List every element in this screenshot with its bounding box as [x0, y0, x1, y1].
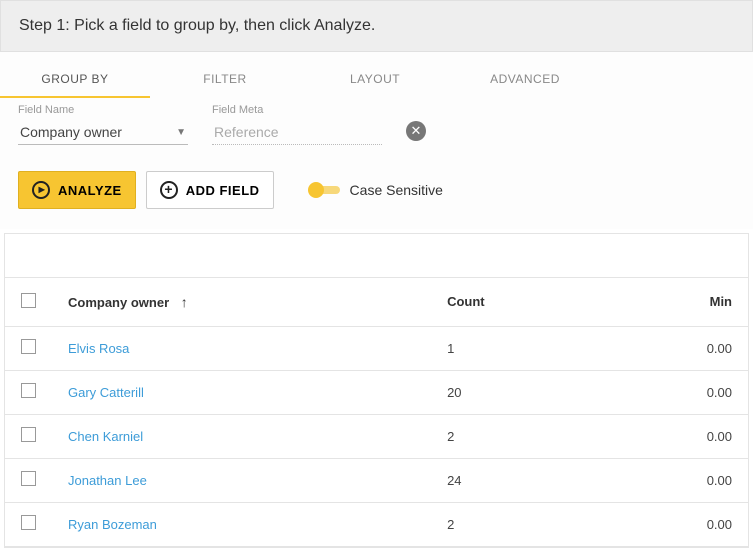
row-checkbox-cell [5, 414, 52, 458]
step-header: Step 1: Pick a field to group by, then c… [0, 0, 753, 52]
row-count: 2 [431, 414, 605, 458]
case-sensitive-label: Case Sensitive [350, 182, 443, 198]
sort-asc-icon: ↑ [181, 294, 188, 310]
field-meta-label: Field Meta [212, 104, 382, 116]
analyze-label: ANALYZE [58, 183, 122, 198]
row-checkbox-cell [5, 326, 52, 370]
row-min: 0.00 [605, 502, 748, 546]
row-checkbox-cell [5, 502, 52, 546]
table-row: Jonathan Lee240.00 [5, 458, 748, 502]
table-row: Chen Karniel20.00 [5, 414, 748, 458]
case-sensitive-wrap: Case Sensitive [310, 182, 443, 198]
row-min: 0.00 [605, 326, 748, 370]
row-checkbox[interactable] [21, 427, 36, 442]
row-owner[interactable]: Ryan Bozeman [52, 502, 431, 546]
clear-field-button[interactable]: ✕ [406, 121, 426, 141]
header-checkbox-cell [5, 278, 52, 326]
row-min: 0.00 [605, 370, 748, 414]
row-count: 24 [431, 458, 605, 502]
analyze-button[interactable]: ANALYZE [18, 171, 136, 209]
row-owner[interactable]: Gary Catterill [52, 370, 431, 414]
row-min: 0.00 [605, 458, 748, 502]
tab-advanced[interactable]: ADVANCED [450, 62, 600, 98]
step-title: Step 1: Pick a field to group by, then c… [19, 17, 375, 34]
field-meta-value: Reference [212, 120, 382, 145]
row-checkbox[interactable] [21, 383, 36, 398]
table-row: Elvis Rosa10.00 [5, 326, 748, 370]
tab-layout[interactable]: LAYOUT [300, 62, 450, 98]
row-checkbox[interactable] [21, 515, 36, 530]
header-min[interactable]: Min [605, 278, 748, 326]
row-count: 1 [431, 326, 605, 370]
header-owner[interactable]: Company owner ↑ [52, 278, 431, 326]
case-sensitive-toggle[interactable] [310, 186, 340, 194]
tabs: GROUP BY FILTER LAYOUT ADVANCED [0, 52, 753, 98]
table-row: Ryan Bozeman20.00 [5, 502, 748, 546]
header-count[interactable]: Count [431, 278, 605, 326]
row-count: 2 [431, 502, 605, 546]
add-field-button[interactable]: ADD FIELD [146, 171, 274, 209]
table-row: Gary Catterill200.00 [5, 370, 748, 414]
row-checkbox[interactable] [21, 471, 36, 486]
tab-filter[interactable]: FILTER [150, 62, 300, 98]
table-top-spacer [5, 234, 748, 278]
field-name-select[interactable]: Company owner ▼ [18, 120, 188, 145]
close-icon: ✕ [411, 123, 422, 139]
fields-row: Field Name Company owner ▼ Field Meta Re… [0, 98, 753, 157]
row-checkbox-cell [5, 458, 52, 502]
row-owner[interactable]: Jonathan Lee [52, 458, 431, 502]
add-field-label: ADD FIELD [186, 183, 260, 198]
row-min: 0.00 [605, 414, 748, 458]
row-owner[interactable]: Chen Karniel [52, 414, 431, 458]
tab-group-by[interactable]: GROUP BY [0, 62, 150, 98]
play-icon [32, 181, 50, 199]
row-checkbox-cell [5, 370, 52, 414]
field-meta-wrap: Field Meta Reference [212, 104, 382, 145]
field-name-label: Field Name [18, 104, 188, 116]
actions-row: ANALYZE ADD FIELD Case Sensitive [0, 157, 753, 229]
results-table: Company owner ↑ Count Min Elvis Rosa10.0… [5, 278, 748, 547]
field-name-wrap: Field Name Company owner ▼ [18, 104, 188, 145]
select-all-checkbox[interactable] [21, 293, 36, 308]
row-count: 20 [431, 370, 605, 414]
results-table-container: Company owner ↑ Count Min Elvis Rosa10.0… [4, 233, 749, 548]
row-owner[interactable]: Elvis Rosa [52, 326, 431, 370]
plus-icon [160, 181, 178, 199]
row-checkbox[interactable] [21, 339, 36, 354]
chevron-down-icon: ▼ [176, 127, 186, 138]
field-name-value: Company owner [20, 124, 122, 140]
